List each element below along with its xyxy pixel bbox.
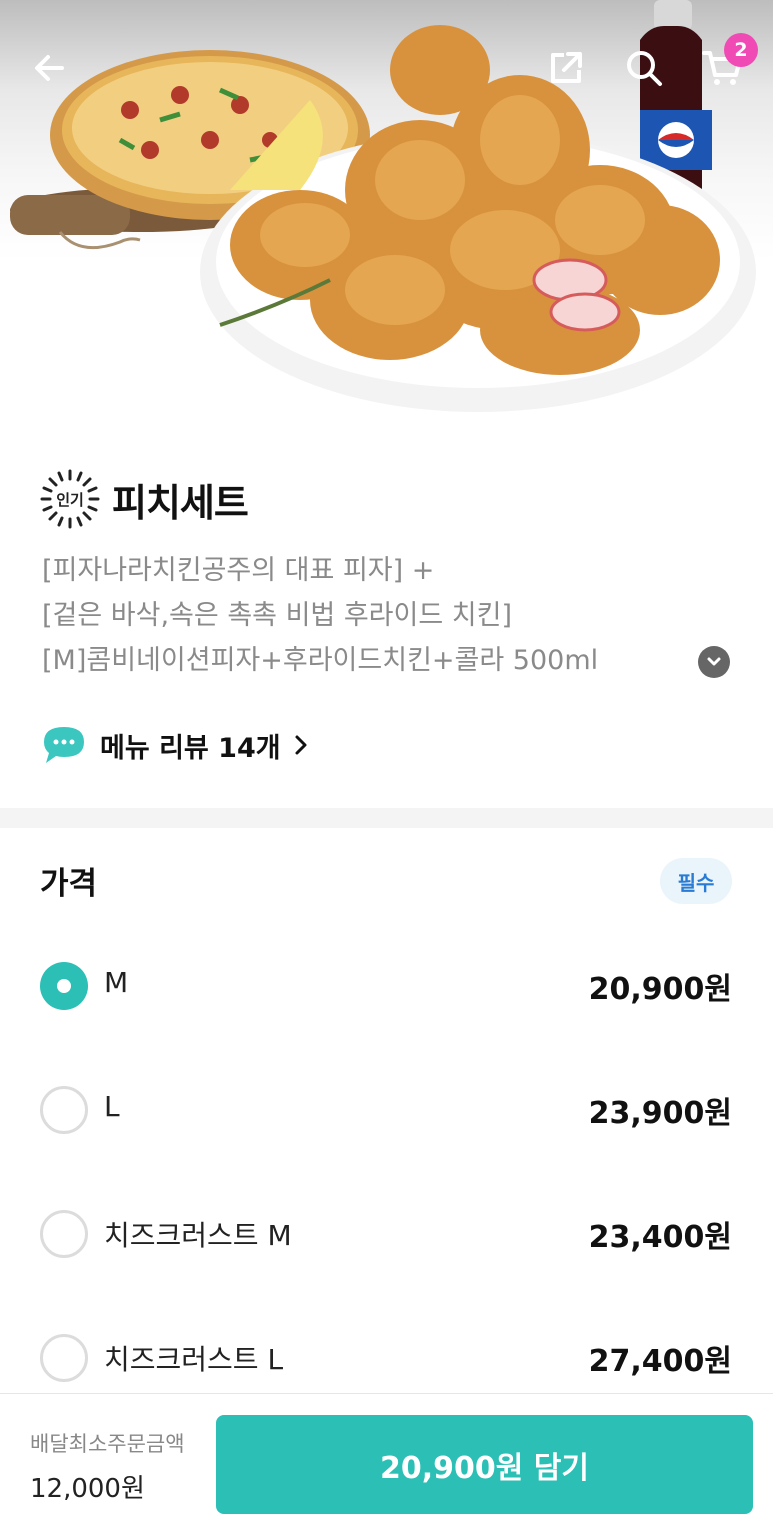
description-line: [피자나라치킨공주의 대표 피자] + bbox=[42, 555, 435, 586]
radio-button[interactable] bbox=[40, 1086, 88, 1134]
price-option-l[interactable]: L 23,900원 bbox=[0, 1060, 773, 1160]
add-to-cart-button[interactable]: 20,900원 담기 bbox=[216, 1415, 753, 1514]
share-icon bbox=[551, 52, 582, 83]
option-label: L bbox=[104, 1090, 120, 1123]
min-order-value: 12,000원 bbox=[30, 1474, 145, 1504]
cart-count-badge: 2 bbox=[724, 33, 758, 67]
required-badge: 필수 bbox=[660, 858, 732, 904]
menu-title-row: 인기 피치세트 bbox=[38, 466, 249, 532]
share-button[interactable] bbox=[538, 40, 594, 96]
option-price: 23,900원 bbox=[588, 1096, 732, 1131]
bottom-order-bar: 배달최소주문금액 12,000원 20,900원 담기 bbox=[0, 1393, 773, 1539]
min-order-label: 배달최소주문금액 bbox=[30, 1432, 185, 1456]
popular-badge-label: 인기 bbox=[56, 490, 84, 509]
expand-description-button[interactable] bbox=[698, 646, 730, 678]
search-icon bbox=[627, 51, 662, 86]
option-label: 치즈크러스트 L bbox=[104, 1343, 284, 1376]
menu-title: 피치세트 bbox=[112, 480, 249, 525]
popular-badge: 인기 bbox=[38, 467, 102, 531]
option-price: 27,400원 bbox=[588, 1344, 732, 1379]
radio-button[interactable] bbox=[40, 1334, 88, 1382]
arrow-left-icon bbox=[35, 55, 64, 81]
back-button[interactable] bbox=[22, 40, 78, 96]
section-divider bbox=[0, 808, 773, 828]
radio-button[interactable] bbox=[40, 962, 88, 1010]
option-label: M bbox=[104, 966, 129, 999]
price-section-title: 가격 bbox=[40, 866, 98, 902]
option-price: 23,400원 bbox=[588, 1220, 732, 1255]
option-label: 치즈크러스트 M bbox=[104, 1219, 292, 1252]
option-price: 20,900원 bbox=[588, 972, 732, 1007]
menu-review-link[interactable]: 메뉴 리뷰 14개 bbox=[40, 720, 311, 770]
search-button[interactable] bbox=[616, 40, 672, 96]
description-line: [M]콤비네이션피자+후라이드치킨+콜라 500ml bbox=[42, 645, 599, 676]
top-app-bar: 2 bbox=[0, 0, 773, 140]
menu-description: [피자나라치킨공주의 대표 피자] + [겉은 바삭,속은 촉촉 비법 후라이드… bbox=[42, 548, 682, 683]
chevron-right-icon bbox=[295, 735, 307, 755]
review-count-label: 메뉴 리뷰 14개 bbox=[100, 732, 281, 764]
speech-bubble-icon bbox=[44, 727, 84, 763]
description-line: [겉은 바삭,속은 촉촉 비법 후라이드 치킨] bbox=[42, 600, 513, 631]
price-option-m[interactable]: M 20,900원 bbox=[0, 936, 773, 1036]
price-option-cheese-crust-m[interactable]: 치즈크러스트 M 23,400원 bbox=[0, 1184, 773, 1284]
radio-button[interactable] bbox=[40, 1210, 88, 1258]
chevron-down-icon bbox=[707, 657, 721, 666]
